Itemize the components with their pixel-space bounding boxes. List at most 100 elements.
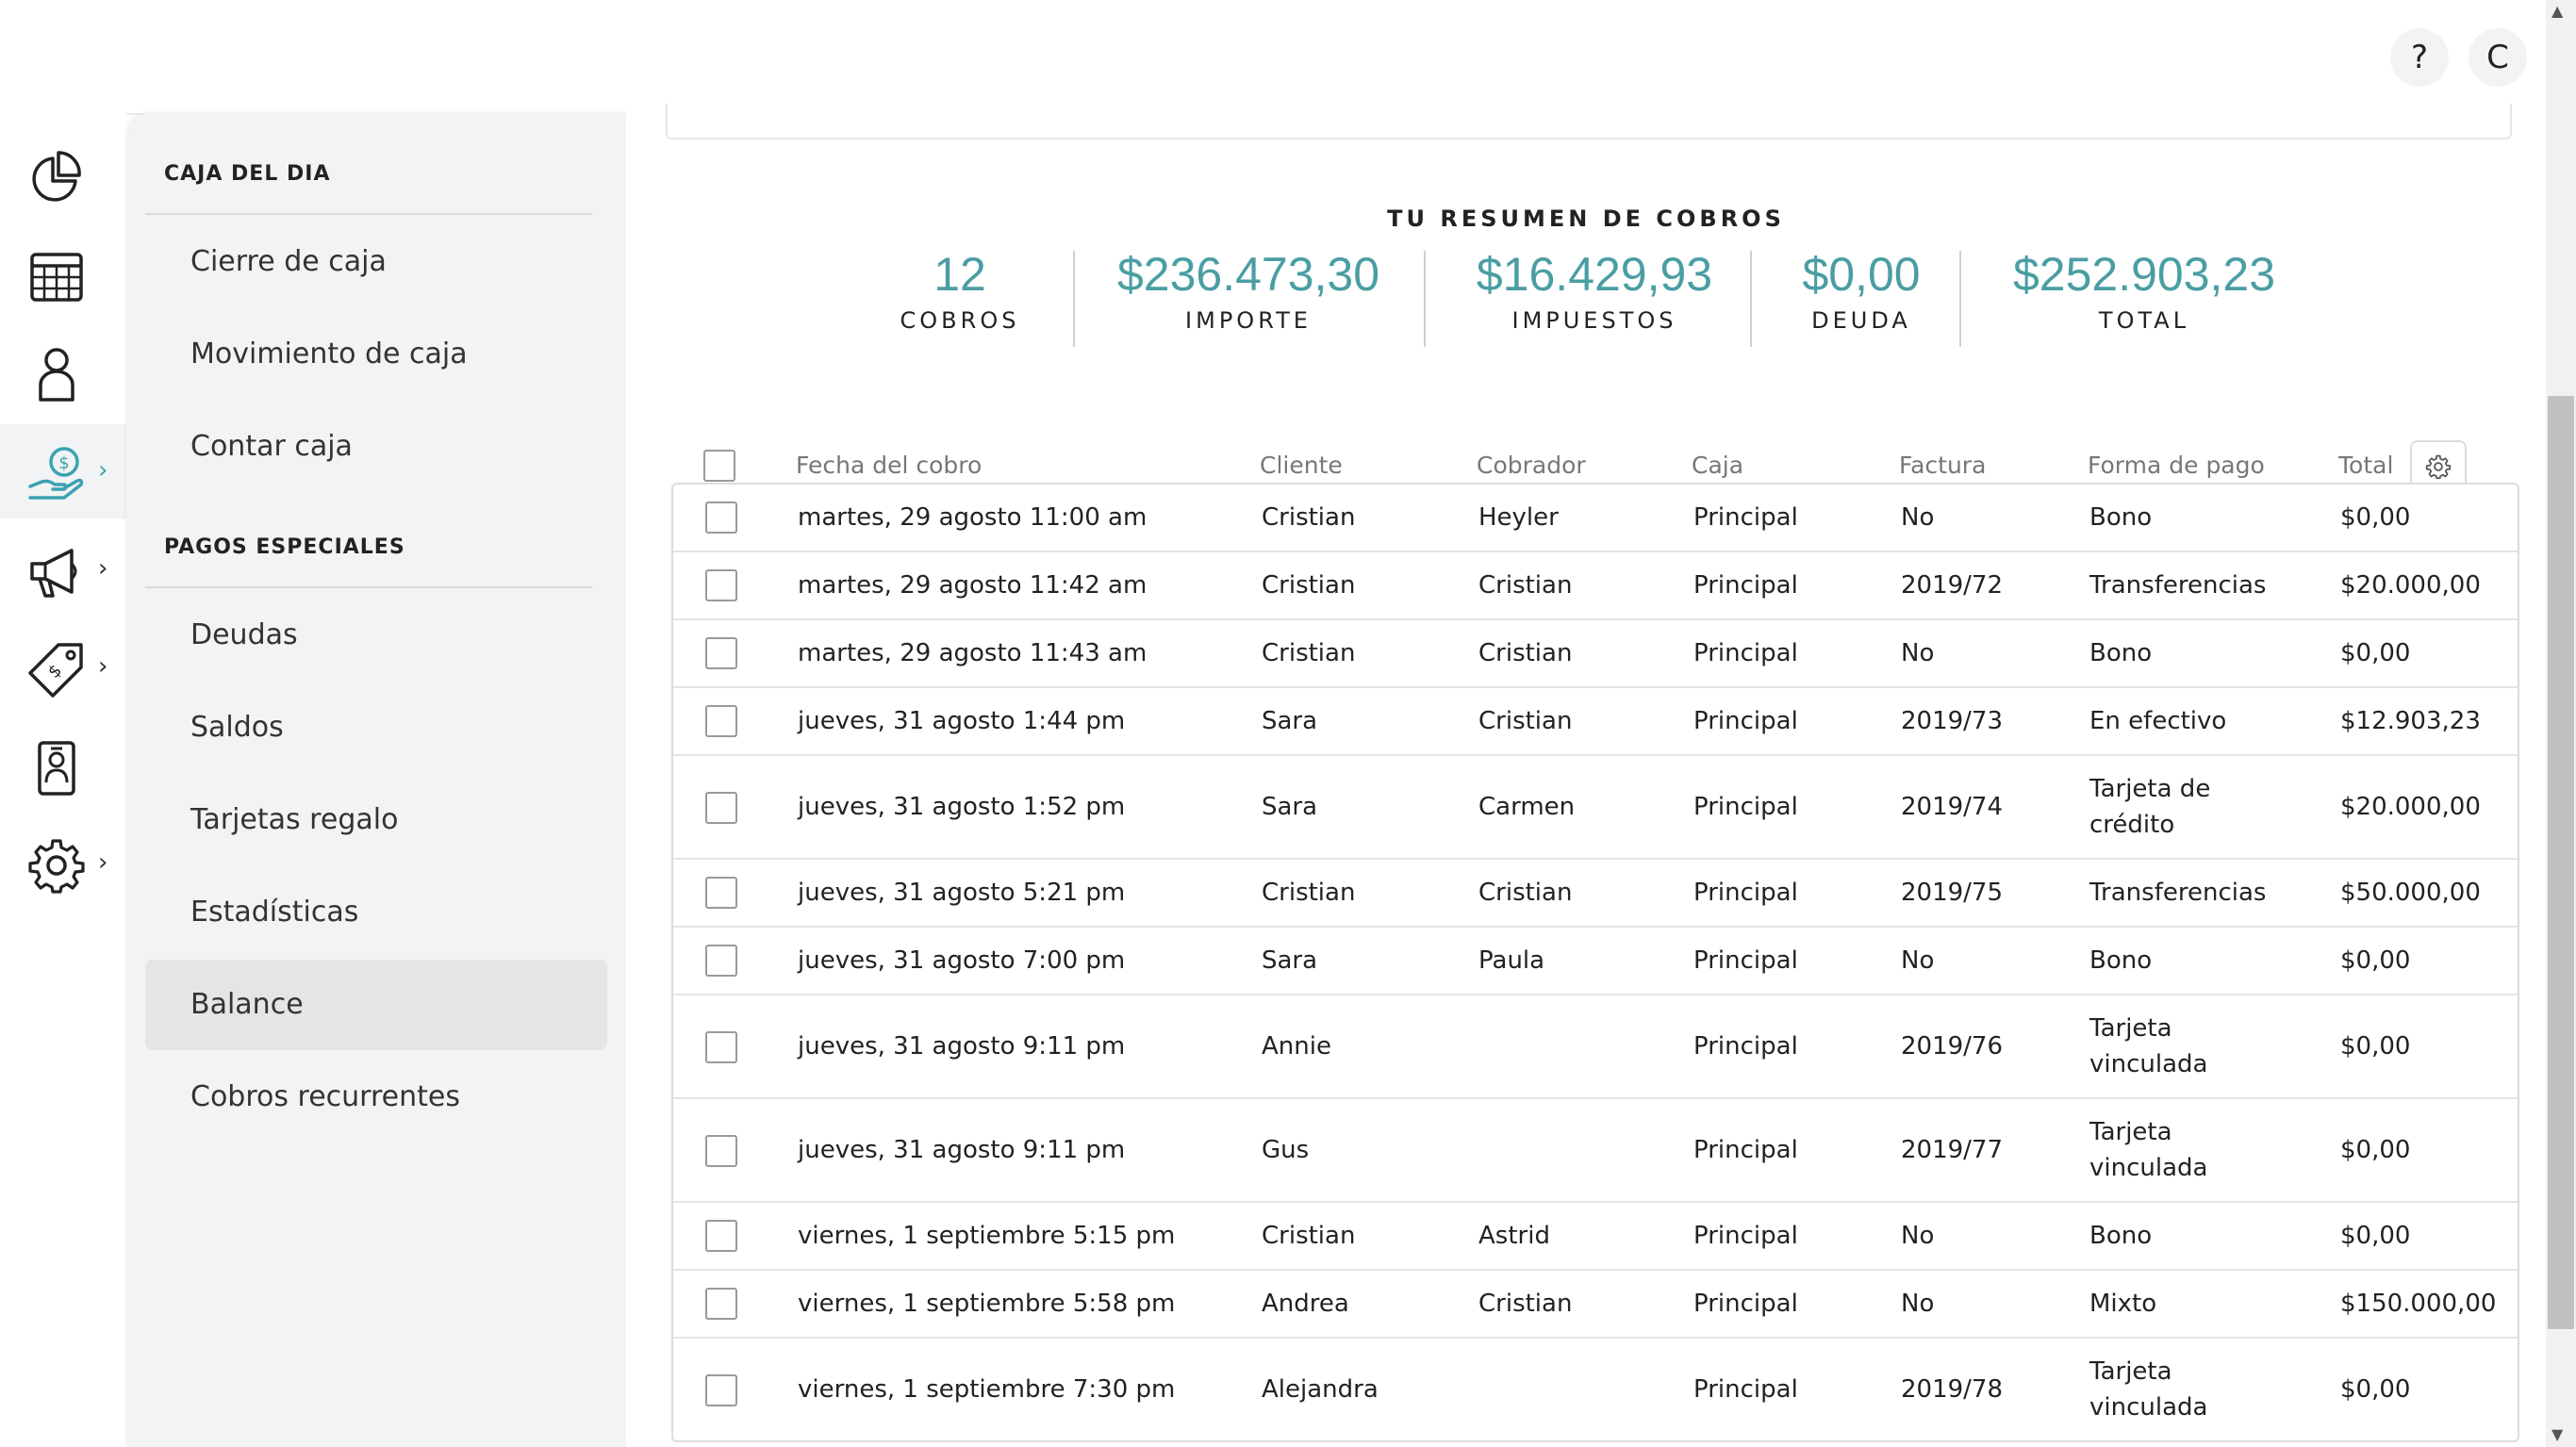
stat-label: COBROS — [900, 307, 1020, 334]
cell-total: $0,00 — [2340, 639, 2411, 667]
chevron-right-icon: › — [98, 554, 108, 583]
column-header-cliente[interactable]: Cliente — [1260, 452, 1343, 479]
cell-cliente: Sara — [1262, 707, 1318, 735]
cell-total: $0,00 — [2340, 1136, 2411, 1164]
cell-caja: Principal — [1693, 1136, 1798, 1164]
row-checkbox[interactable] — [705, 945, 737, 977]
cell-caja: Principal — [1693, 639, 1798, 667]
rail-item-products[interactable]: $ › — [0, 620, 126, 715]
table-row[interactable]: viernes, 1 septiembre 5:58 pm Andrea Crist… — [673, 1271, 2518, 1339]
row-checkbox[interactable] — [705, 502, 737, 534]
user-avatar-button[interactable]: C — [2469, 28, 2527, 87]
chevron-right-icon: › — [98, 848, 108, 877]
cell-factura: No — [1901, 503, 1935, 532]
menu-item-label: Cobros recurrentes — [190, 1080, 460, 1113]
cell-fecha: martes, 29 agosto 11:43 am — [798, 639, 1148, 667]
cell-cobrador: Cristian — [1478, 639, 1573, 667]
cell-fecha: jueves, 31 agosto 1:44 pm — [798, 707, 1126, 735]
table-row[interactable]: martes, 29 agosto 11:42 am Cristian Cristi… — [673, 552, 2518, 620]
row-checkbox[interactable] — [705, 705, 737, 737]
cell-factura: No — [1901, 946, 1935, 975]
menu-item-cobros-recurrentes[interactable]: Cobros recurrentes — [145, 1052, 607, 1143]
stat-divider — [1750, 251, 1752, 347]
cell-factura: No — [1901, 1290, 1935, 1318]
row-checkbox[interactable] — [705, 792, 737, 824]
rail-item-calendar[interactable] — [0, 226, 126, 321]
cell-forma-de-pago: Bono — [2089, 639, 2153, 667]
scroll-down-arrow[interactable]: ▼ — [2551, 1425, 2563, 1443]
column-header-cobrador[interactable]: Cobrador — [1477, 452, 1586, 479]
cell-total: $20.000,00 — [2340, 571, 2481, 600]
summary-title: TU RESUMEN DE COBROS — [1387, 206, 1785, 232]
gear-icon — [28, 839, 85, 894]
table-row[interactable]: jueves, 31 agosto 5:21 pm Cristian Cristia… — [673, 860, 2518, 928]
chart-pie-icon — [32, 151, 81, 202]
rail-item-staff[interactable] — [0, 718, 126, 813]
column-header-forma-de-pago[interactable]: Forma de pago — [2088, 452, 2265, 479]
menu-item-saldos[interactable]: Saldos — [145, 682, 607, 773]
calendar-icon — [30, 253, 83, 302]
cell-fecha: martes, 29 agosto 11:42 am — [798, 571, 1148, 600]
menu-item-contar-caja[interactable]: Contar caja — [145, 402, 607, 492]
select-all-checkbox[interactable] — [703, 450, 735, 482]
rail-item-clients[interactable] — [0, 324, 126, 419]
row-checkbox[interactable] — [705, 1374, 737, 1406]
cell-forma-de-pago: Mixto — [2089, 1290, 2157, 1318]
column-header-fecha[interactable]: Fecha del cobro — [796, 452, 982, 479]
cell-total: $20.000,00 — [2340, 793, 2481, 821]
scrollbar-thumb[interactable] — [2548, 396, 2574, 1329]
table-row[interactable]: viernes, 1 septiembre 5:15 pm Cristian Ast… — [673, 1203, 2518, 1271]
table-row[interactable]: martes, 29 agosto 11:00 am Cristian Heyler… — [673, 485, 2518, 552]
rail-item-settings[interactable]: › — [0, 816, 126, 911]
cell-total: $50.000,00 — [2340, 879, 2481, 907]
table-row[interactable]: jueves, 31 agosto 1:44 pm Sara Cristian Pri… — [673, 688, 2518, 756]
cell-cliente: Sara — [1262, 946, 1318, 975]
column-header-factura[interactable]: Factura — [1899, 452, 1986, 479]
section-title-pagos-especiales: PAGOS ESPECIALES — [164, 535, 405, 559]
cell-fecha: jueves, 31 agosto 9:11 pm — [798, 1136, 1126, 1164]
cell-fecha: jueves, 31 agosto 1:52 pm — [798, 793, 1126, 821]
table-row[interactable]: jueves, 31 agosto 1:52 pm Sara Carmen Princ… — [673, 756, 2518, 860]
column-header-caja[interactable]: Caja — [1692, 452, 1743, 479]
row-checkbox[interactable] — [705, 1220, 737, 1252]
scroll-up-arrow[interactable]: ▲ — [2551, 2, 2563, 20]
table-row[interactable]: martes, 29 agosto 11:43 am Cristian Cristi… — [673, 620, 2518, 688]
table-row[interactable]: jueves, 31 agosto 9:11 pm Gus Principal 201… — [673, 1099, 2518, 1203]
menu-item-movimiento-de-caja[interactable]: Movimiento de caja — [145, 309, 607, 400]
megaphone-icon — [30, 549, 77, 598]
column-header-total[interactable]: Total — [2338, 452, 2393, 479]
table-row[interactable]: jueves, 31 agosto 9:11 pm Annie Principal 2… — [673, 995, 2518, 1099]
table-row[interactable]: jueves, 31 agosto 7:00 pm Sara Paula Princi… — [673, 928, 2518, 995]
cell-factura: 2019/75 — [1901, 879, 2004, 907]
stat-divider — [1959, 251, 1961, 347]
menu-item-label: Cierre de caja — [190, 245, 387, 278]
rail-item-payments[interactable]: $ › — [0, 424, 126, 518]
menu-item-deudas[interactable]: Deudas — [145, 590, 607, 681]
row-checkbox[interactable] — [705, 1031, 737, 1063]
cell-caja: Principal — [1693, 1375, 1798, 1404]
row-checkbox[interactable] — [705, 1135, 737, 1167]
cell-cobrador: Cristian — [1478, 879, 1573, 907]
cell-cobrador: Heyler — [1478, 503, 1559, 532]
menu-item-tarjetas-regalo[interactable]: Tarjetas regalo — [145, 775, 607, 865]
stat-value: $252.903,23 — [2012, 248, 2276, 301]
help-button[interactable]: ? — [2390, 28, 2449, 87]
menu-item-estadisticas[interactable]: Estadísticas — [145, 867, 607, 958]
row-checkbox[interactable] — [705, 877, 737, 909]
cell-forma-de-pago: Transferencias — [2089, 879, 2267, 907]
cell-total: $0,00 — [2340, 946, 2411, 975]
hand-money-icon: $ — [28, 447, 84, 500]
menu-item-cierre-de-caja[interactable]: Cierre de caja — [145, 217, 607, 307]
row-checkbox[interactable] — [705, 637, 737, 669]
row-checkbox[interactable] — [705, 1288, 737, 1320]
rail-item-dashboard[interactable] — [0, 128, 126, 222]
cell-factura: 2019/72 — [1901, 571, 2004, 600]
menu-item-balance[interactable]: Balance — [145, 960, 607, 1050]
row-checkbox[interactable] — [705, 569, 737, 601]
cell-fecha: jueves, 31 agosto 9:11 pm — [798, 1032, 1126, 1061]
cell-factura: No — [1901, 1222, 1935, 1250]
cell-total: $12.903,23 — [2340, 707, 2481, 735]
rail-item-marketing[interactable]: › — [0, 522, 126, 617]
stat-value: $0,00 — [1802, 248, 1921, 301]
table-row[interactable]: viernes, 1 septiembre 7:30 pm Alejandra Pr… — [673, 1339, 2518, 1440]
